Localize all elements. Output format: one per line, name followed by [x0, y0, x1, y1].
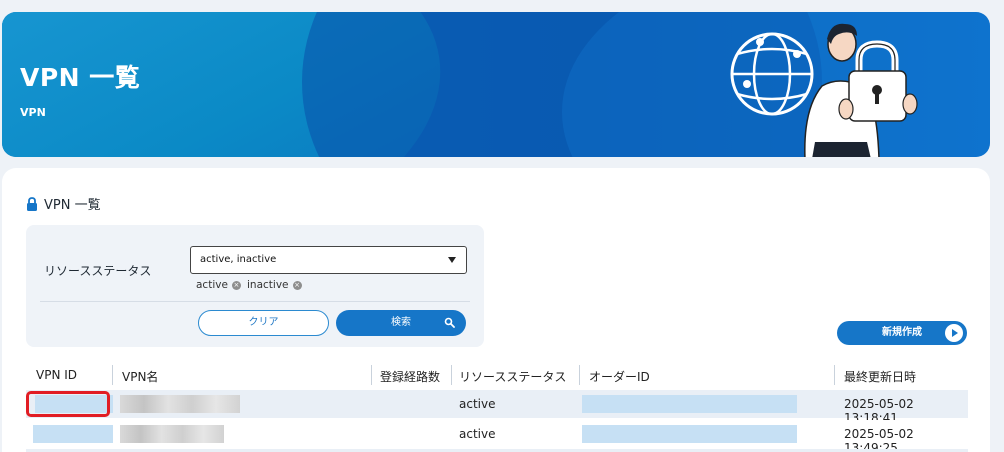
page-subtitle: VPN	[20, 106, 46, 119]
clear-button[interactable]: クリア	[198, 310, 329, 336]
panel-header: VPN 一覧	[26, 194, 101, 213]
resource-status-cell: active	[459, 427, 496, 441]
vpn-list-panel: VPN 一覧 リソースステータス active, inactive active…	[2, 168, 990, 452]
table-header: VPN ID VPN名 登録経路数 リソースステータス オーダーID 最終更新日…	[26, 365, 968, 387]
select-value: active, inactive	[200, 254, 277, 265]
resource-status-select[interactable]: active, inactive	[190, 246, 467, 274]
close-icon[interactable]: ×	[231, 280, 241, 290]
column-header-vpn-name[interactable]: VPN名	[122, 368, 158, 385]
new-create-label: 新規作成	[882, 327, 922, 338]
highlight-box	[26, 391, 110, 417]
vpn-id-link[interactable]	[33, 425, 113, 443]
vpn-name-cell	[120, 425, 224, 443]
column-header-updated-at[interactable]: 最終更新日時	[844, 368, 916, 385]
column-header-resource-status[interactable]: リソースステータス	[459, 368, 566, 385]
page-title: VPN 一覧	[20, 63, 141, 92]
order-id-cell	[582, 395, 797, 413]
page-banner: VPN 一覧 VPN	[2, 12, 990, 157]
table-row[interactable]: active 2025-05-02 13:49:25	[26, 420, 968, 452]
search-icon	[444, 317, 455, 328]
search-button-label: 検索	[391, 317, 411, 328]
resource-status-label: リソースステータス	[44, 264, 152, 278]
security-illustration	[730, 23, 918, 157]
column-header-order-id[interactable]: オーダーID	[589, 368, 650, 385]
divider	[40, 301, 470, 302]
chip-inactive: inactive ×	[247, 279, 302, 291]
chip-label: inactive	[247, 279, 289, 291]
column-divider	[834, 365, 835, 385]
order-id-cell	[582, 425, 797, 443]
lock-icon	[27, 196, 37, 211]
new-create-button[interactable]: 新規作成	[837, 321, 967, 345]
resource-status-cell: active	[459, 397, 496, 411]
column-divider	[112, 365, 113, 385]
arrow-right-icon	[945, 324, 963, 342]
column-header-vpn-id[interactable]: VPN ID	[36, 368, 77, 382]
filter-section: リソースステータス active, inactive active × inac…	[26, 225, 484, 347]
column-divider	[451, 365, 452, 385]
vpn-name-cell	[120, 395, 240, 413]
column-header-route-count[interactable]: 登録経路数	[380, 368, 440, 385]
chip-label: active	[196, 279, 228, 291]
panel-title: VPN 一覧	[44, 198, 101, 213]
close-icon[interactable]: ×	[292, 280, 302, 290]
column-divider	[371, 365, 372, 385]
chevron-down-icon	[448, 257, 456, 263]
table-row[interactable]: active 2025-05-02 13:18:41	[26, 390, 968, 425]
column-divider	[579, 365, 580, 385]
search-button[interactable]: 検索	[336, 310, 466, 336]
chip-active: active ×	[196, 279, 241, 291]
